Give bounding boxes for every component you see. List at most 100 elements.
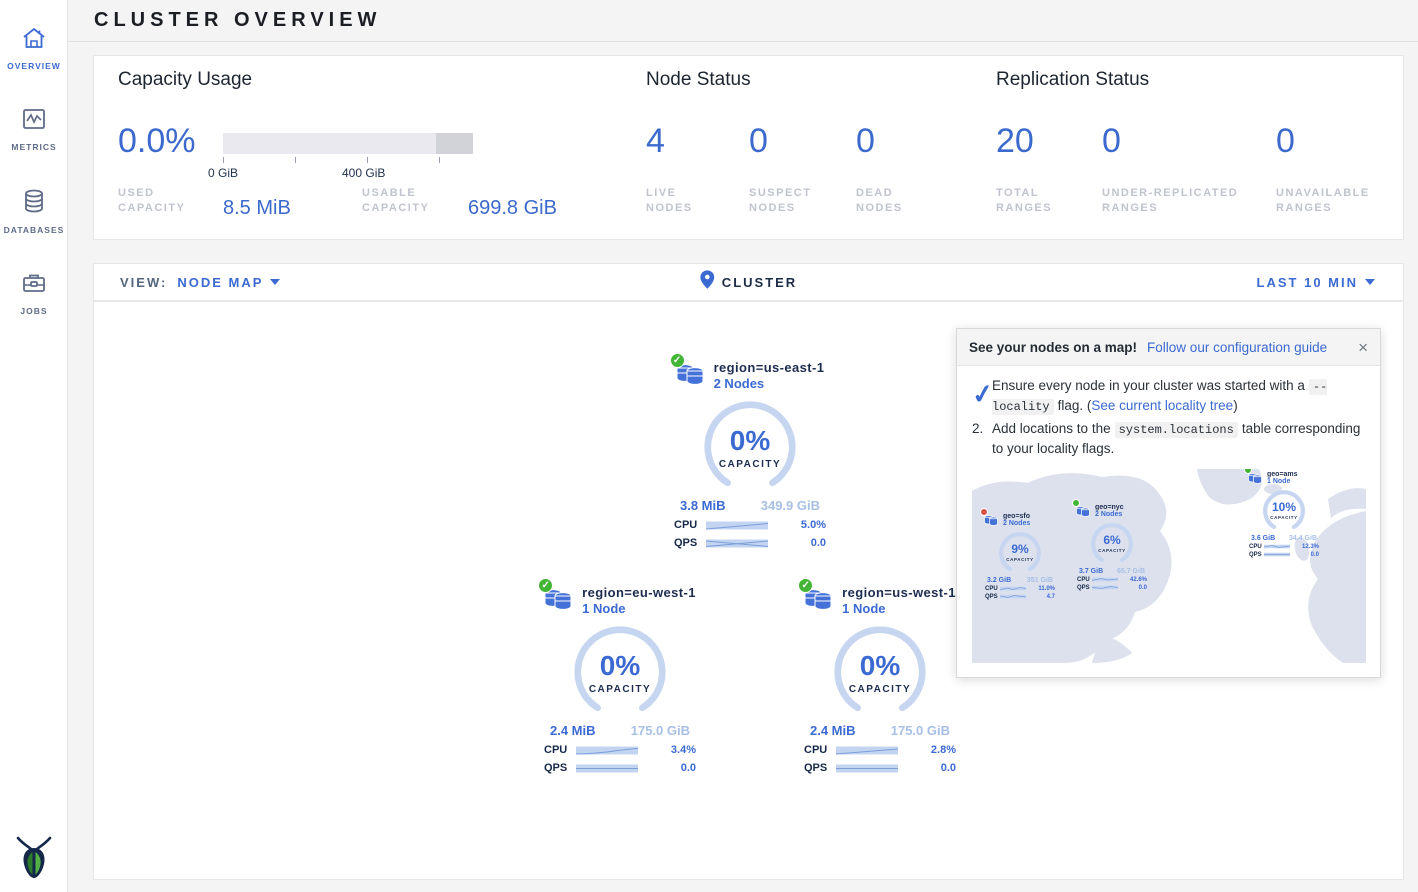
qps-value: 0.0 (811, 537, 826, 549)
total-capacity: 65.7 GiB (1117, 568, 1145, 575)
suspect-nodes-label: SUSPECT NODES (749, 186, 829, 216)
home-icon (21, 26, 47, 55)
system-locations-code: system.locations (1115, 422, 1238, 438)
capacity-donut: 10% CAPACITY (1261, 488, 1307, 534)
node-status-title: Node Status (646, 69, 751, 91)
cluster-overview-page: OVERVIEW METRICS DATABASES (0, 0, 1418, 892)
axis-tick (439, 157, 440, 163)
page-title: CLUSTER OVERVIEW (94, 9, 381, 32)
capacity-donut: 0% CAPACITY (832, 624, 928, 720)
used-capacity: 2.4 MiB (810, 723, 856, 738)
sidebar-item-label: DATABASES (4, 225, 65, 235)
cpu-row: CPU 5.0% (674, 519, 826, 531)
capacity-donut: 6% CAPACITY (1089, 521, 1135, 567)
capacity-percent: 0.0% (118, 122, 196, 161)
node-marker-eu-west-1[interactable]: ✓ region=eu-west-1 1 Node (534, 585, 706, 774)
cpu-value: 42.6% (1130, 577, 1147, 583)
cockroach-logo-icon[interactable] (14, 836, 54, 880)
sidebar-item-label: METRICS (11, 142, 56, 152)
setup-step-1: ✓ Ensure every node in your cluster was … (972, 376, 1365, 417)
qps-value: 4.7 (1047, 594, 1055, 600)
nodes-link[interactable]: 2 Nodes (714, 376, 825, 391)
qps-row: QPS 0.0 (1077, 585, 1147, 591)
node-marker-us-east-1[interactable]: ✓ region=us-east-1 2 Nodes (664, 360, 836, 549)
popup-header: See your nodes on a map! Follow our conf… (957, 329, 1380, 366)
cpu-sparkline (1264, 544, 1290, 549)
qps-row: QPS 0.0 (544, 762, 696, 774)
used-capacity: 3.2 GiB (987, 577, 1011, 584)
cpu-label: CPU (544, 744, 576, 756)
capacity-percent: 10% (1261, 500, 1307, 514)
node-group-icon (1076, 504, 1091, 518)
cpu-value: 5.0% (801, 519, 826, 531)
qps-row: QPS 0.0 (804, 762, 956, 774)
capacity-donut: 0% CAPACITY (702, 399, 798, 495)
sidebar-item-databases[interactable]: DATABASES (0, 174, 68, 245)
time-range-dropdown[interactable]: LAST 10 MIN (1257, 275, 1375, 290)
qps-value: 0.0 (1139, 585, 1147, 591)
cpu-label: CPU (985, 586, 1000, 592)
qps-value: 0.0 (681, 762, 696, 774)
cpu-sparkline (576, 745, 638, 756)
total-capacity: 351 GiB (1027, 577, 1053, 584)
close-icon[interactable]: × (1358, 339, 1368, 356)
cpu-row: CPU 2.8% (804, 744, 956, 756)
total-ranges-label: TOTAL RANGES (996, 186, 1076, 216)
region-label: region=us-west-1 (842, 585, 956, 600)
nodes-count: 2 Nodes (1095, 511, 1124, 518)
qps-sparkline (836, 763, 898, 774)
node-group-icon: ✓ (676, 360, 706, 390)
total-ranges-value: 20 (996, 122, 1034, 161)
cpu-row: CPU 11.0% (985, 586, 1055, 592)
cpu-label: CPU (1249, 544, 1264, 550)
capacity-caption: CAPACITY (1089, 548, 1135, 553)
capacity-bar (223, 133, 473, 154)
databases-icon (21, 188, 47, 219)
configuration-guide-link[interactable]: Follow our configuration guide (1147, 340, 1327, 355)
capacity-percent: 0% (572, 650, 668, 682)
sidebar-item-overview[interactable]: OVERVIEW (0, 12, 68, 81)
total-capacity: 34.4 GiB (1289, 535, 1317, 542)
used-capacity-label: USED CAPACITY (118, 186, 208, 216)
view-selector-dropdown[interactable]: NODE MAP (177, 275, 280, 290)
qps-row: QPS 4.7 (985, 594, 1055, 600)
total-capacity: 175.0 GiB (631, 723, 690, 738)
mini-node-marker-nyc: geo=nyc 2 Nodes 6% CAPACITY (1070, 504, 1154, 591)
dead-nodes-label: DEAD NODES (856, 186, 936, 216)
nodes-link[interactable]: 1 Node (842, 601, 956, 616)
node-map: ✓ region=us-east-1 2 Nodes (93, 301, 1404, 880)
step-text: Add locations to the (992, 421, 1111, 436)
node-marker-header[interactable]: ✓ region=eu-west-1 1 Node (544, 585, 696, 616)
pin-icon (700, 270, 714, 294)
locality-tree-link[interactable]: See current locality tree (1091, 398, 1233, 413)
popup-title: See your nodes on a map! (969, 340, 1137, 355)
qps-row: QPS 0.0 (1249, 552, 1319, 558)
status-warn-icon (980, 508, 988, 516)
total-capacity: 349.9 GiB (761, 498, 820, 513)
node-marker-us-west-1[interactable]: ✓ region=us-west-1 1 Node (794, 585, 966, 774)
usable-capacity-label: USABLE CAPACITY (362, 186, 452, 216)
step-text: Ensure every node in your cluster was st… (992, 378, 1305, 393)
nodes-link[interactable]: 1 Node (582, 601, 696, 616)
cpu-label: CPU (674, 519, 706, 531)
node-group-icon (984, 513, 999, 527)
capacity-caption: CAPACITY (572, 684, 668, 695)
node-marker-header[interactable]: ✓ region=us-west-1 1 Node (804, 585, 956, 616)
qps-label: QPS (544, 762, 576, 774)
sidebar-item-jobs[interactable]: JOBS (0, 257, 68, 326)
nodes-count: 2 Nodes (1003, 520, 1030, 527)
sidebar-item-label: JOBS (20, 306, 47, 316)
mini-node-marker-ams: geo=ams 1 Node 10% CAPACITY (1242, 471, 1326, 558)
breadcrumb-cluster[interactable]: CLUSTER (722, 275, 797, 290)
qps-label: QPS (1077, 585, 1092, 591)
region-label: region=us-east-1 (714, 360, 825, 375)
cpu-row: CPU 12.3% (1249, 544, 1319, 550)
status-ok-icon: ✓ (670, 353, 685, 368)
node-marker-header[interactable]: ✓ region=us-east-1 2 Nodes (676, 360, 825, 391)
dead-nodes-value: 0 (856, 122, 875, 161)
cpu-row: CPU 3.4% (544, 744, 696, 756)
capacity-donut: 0% CAPACITY (572, 624, 668, 720)
under-replicated-value: 0 (1102, 122, 1121, 161)
sidebar-item-metrics[interactable]: METRICS (0, 93, 68, 162)
under-replicated-label: UNDER-REPLICATED RANGES (1102, 186, 1262, 216)
